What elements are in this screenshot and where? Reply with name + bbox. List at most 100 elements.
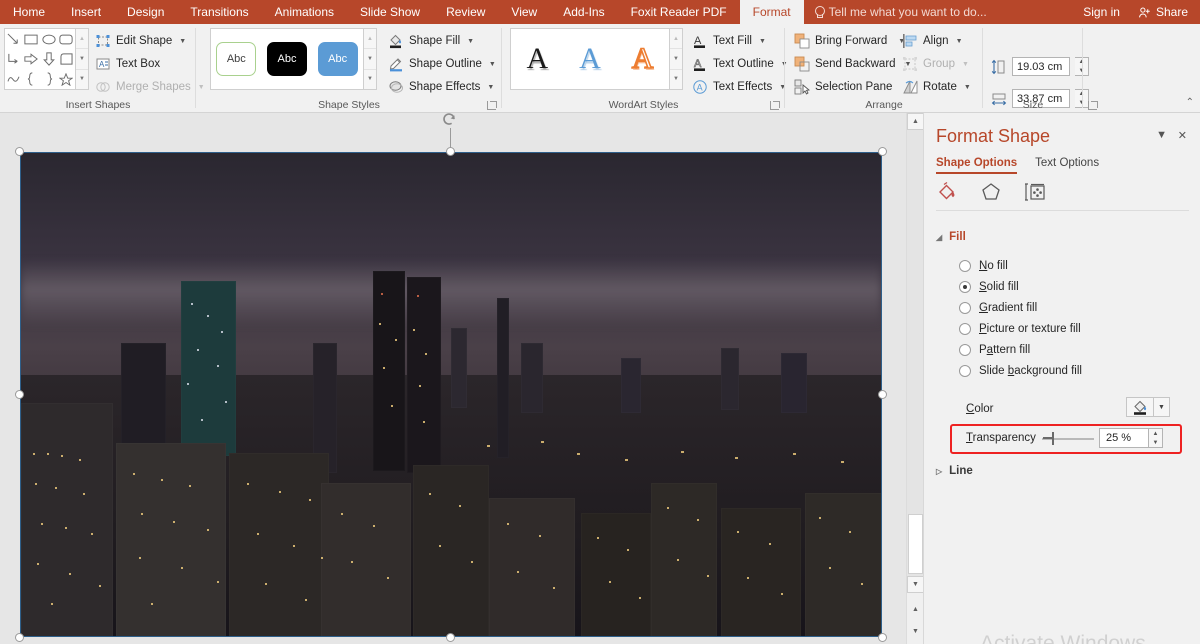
radio-indicator[interactable] [959, 323, 971, 335]
tab-review[interactable]: Review [433, 0, 498, 24]
shape-curve[interactable] [5, 69, 23, 89]
radio-no-fill[interactable]: No fill [959, 260, 1008, 272]
bring-forward-button[interactable]: Bring Forward ▼ [794, 31, 905, 51]
radio-indicator[interactable] [959, 302, 971, 314]
radio-indicator[interactable] [959, 344, 971, 356]
rotation-handle-icon[interactable] [441, 110, 459, 128]
scrollbar-thumb[interactable] [908, 514, 923, 574]
shape-left-brace[interactable] [23, 69, 41, 89]
radio-picture-or-texture-fill[interactable]: Picture or texture fill [959, 323, 1081, 335]
shape-oval[interactable] [40, 29, 58, 49]
pane-tab-shape-options[interactable]: Shape Options [936, 157, 1018, 174]
chevron-down-icon[interactable]: ▼ [956, 38, 963, 45]
scroll-up-icon[interactable]: ▲ [907, 113, 924, 130]
size-and-properties-icon[interactable] [1024, 181, 1046, 208]
wordart-styles-scroll[interactable]: ▲ ▼ ▼ [670, 28, 683, 90]
selection-handle-bottom-left[interactable] [15, 633, 24, 642]
tab-home[interactable]: Home [0, 0, 58, 24]
radio-slide-background-fill[interactable]: Slide background fill [959, 365, 1082, 377]
wordart-thumb-2[interactable]: A [579, 44, 601, 74]
slide-picture[interactable] [20, 152, 882, 637]
tab-view[interactable]: View [498, 0, 550, 24]
tab-transitions[interactable]: Transitions [177, 0, 261, 24]
share-button[interactable]: Share [1130, 0, 1200, 24]
chevron-down-icon[interactable]: ▼ [179, 38, 186, 45]
selection-handle-top-right[interactable] [878, 147, 887, 156]
styles-scroll-up-icon[interactable]: ▲ [364, 29, 376, 50]
rotate-button[interactable]: Rotate ▼ [902, 77, 971, 97]
wordart-styles-gallery[interactable]: A A A [510, 28, 670, 90]
shapes-scroll-down-icon[interactable]: ▼ [76, 49, 88, 70]
tell-me-search[interactable]: Tell me what you want to do... [804, 0, 997, 24]
tab-slide-show[interactable]: Slide Show [347, 0, 433, 24]
radio-indicator[interactable] [959, 260, 971, 272]
styles-scroll-down-icon[interactable]: ▼ [364, 49, 376, 70]
shapes-more-icon[interactable]: ▼ [76, 70, 88, 89]
shapes-scroll-up-icon[interactable]: ▲ [76, 29, 88, 50]
wordart-more-icon[interactable]: ▼ [670, 70, 682, 89]
slide-vertical-scrollbar[interactable]: ▲ ▼ ▲ ▼ [906, 113, 924, 644]
shape-height-input[interactable]: 19.03 cm [1012, 57, 1070, 76]
tab-animations[interactable]: Animations [262, 0, 347, 24]
shape-fill-button[interactable]: Shape Fill ▼ [388, 31, 474, 51]
shape-style-thumb-3[interactable]: Abc [317, 42, 358, 76]
shape-style-thumb-1[interactable]: Abc [216, 42, 257, 76]
text-fill-button[interactable]: A Text Fill ▼ [692, 31, 766, 51]
chevron-down-icon[interactable]: ▼ [487, 84, 494, 91]
shape-styles-gallery[interactable]: Abc Abc Abc [210, 28, 364, 90]
radio-gradient-fill[interactable]: Gradient fill [959, 302, 1037, 314]
next-slide-icon[interactable]: ▼ [907, 623, 924, 640]
scroll-down-icon[interactable]: ▼ [907, 576, 924, 593]
chevron-down-icon[interactable]: ▼ [759, 38, 766, 45]
selection-handle-bottom-center[interactable] [446, 633, 455, 642]
shape-rounded-rectangle[interactable] [58, 29, 76, 49]
selection-handle-middle-left[interactable] [15, 390, 24, 399]
fill-and-line-icon[interactable] [936, 181, 958, 208]
shape-down-arrow[interactable] [40, 49, 58, 69]
radio-indicator-selected[interactable] [959, 281, 971, 293]
sign-in-button[interactable]: Sign in [1073, 0, 1130, 24]
wordart-scroll-up-icon[interactable]: ▲ [670, 29, 682, 50]
shape-effects-button[interactable]: Shape Effects ▼ [388, 77, 494, 97]
shape-outline-button[interactable]: Shape Outline ▼ [388, 54, 496, 74]
text-box-button[interactable]: A Text Box [95, 54, 160, 74]
shape-elbow-connector[interactable] [5, 49, 23, 69]
text-effects-button[interactable]: A Text Effects ▼ [692, 77, 786, 97]
selection-handle-bottom-right[interactable] [878, 633, 887, 642]
section-header-line[interactable]: ▷ Line [936, 465, 973, 477]
send-backward-button[interactable]: Send Backward ▼ [794, 54, 911, 74]
shape-rectangle[interactable] [23, 29, 41, 49]
shape-folded-corner[interactable] [58, 49, 76, 69]
collapse-ribbon-icon[interactable]: ⌃ [1186, 97, 1194, 108]
slide-canvas[interactable] [0, 113, 906, 644]
shape-styles-dialog-launcher[interactable] [487, 101, 497, 110]
shape-right-brace[interactable] [40, 69, 58, 89]
text-outline-button[interactable]: A Text Outline ▼ [692, 54, 788, 74]
shape-line[interactable] [5, 29, 23, 49]
scrollbar-track[interactable] [907, 130, 924, 576]
shape-style-thumb-2[interactable]: Abc [266, 42, 307, 76]
fill-color-dropdown-icon[interactable]: ▼ [1154, 397, 1170, 417]
pane-tab-text-options[interactable]: Text Options [1035, 157, 1099, 174]
shapes-gallery-scroll[interactable]: ▲ ▼ ▼ [76, 28, 89, 90]
tab-format[interactable]: Format [739, 0, 804, 24]
section-header-fill[interactable]: ◢ Fill [936, 231, 966, 243]
close-icon[interactable]: ✕ [1178, 129, 1187, 142]
tab-design[interactable]: Design [114, 0, 177, 24]
shapes-gallery[interactable] [4, 28, 76, 90]
effects-icon[interactable] [980, 181, 1002, 208]
selection-pane-button[interactable]: Selection Pane [794, 77, 892, 97]
chevron-down-icon[interactable]: ▼ [467, 38, 474, 45]
chevron-down-icon[interactable]: ▼ [489, 61, 496, 68]
tab-add-ins[interactable]: Add-Ins [550, 0, 617, 24]
pane-options-icon[interactable]: ▼ [1156, 129, 1167, 141]
wordart-dialog-launcher[interactable] [770, 101, 780, 110]
tab-insert[interactable]: Insert [58, 0, 114, 24]
size-dialog-launcher[interactable] [1088, 101, 1098, 110]
radio-indicator[interactable] [959, 365, 971, 377]
shape-star[interactable] [58, 69, 76, 89]
shape-styles-scroll[interactable]: ▲ ▼ ▼ [364, 28, 377, 90]
wordart-thumb-3[interactable]: A [631, 43, 654, 75]
wordart-scroll-down-icon[interactable]: ▼ [670, 49, 682, 70]
selection-handle-middle-right[interactable] [878, 390, 887, 399]
